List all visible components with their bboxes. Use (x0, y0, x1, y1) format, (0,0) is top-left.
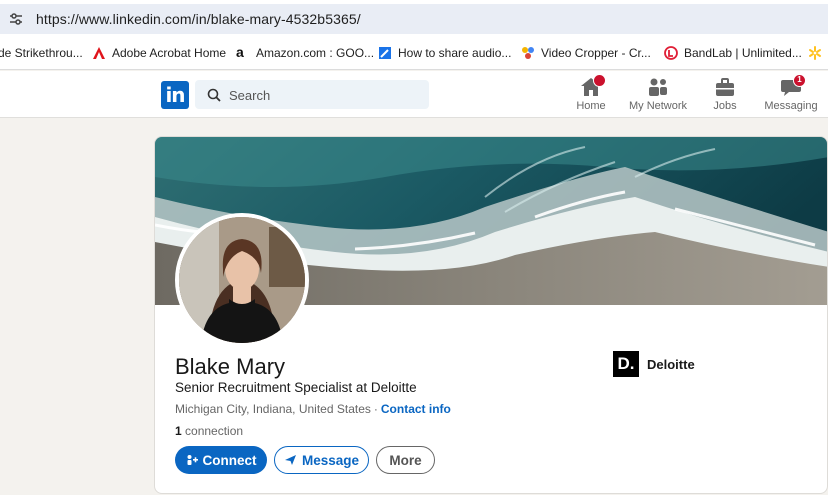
dots-icon (522, 47, 534, 59)
message-button-label: Message (301, 452, 360, 468)
deloitte-logo: D. (613, 351, 639, 377)
profile-name: Blake Mary (175, 354, 286, 379)
connections-label: connection (185, 424, 244, 438)
network-icon (647, 77, 669, 97)
search-placeholder: Search (229, 88, 271, 103)
bookmark-strikethrough[interactable]: de Strikethrou... (0, 46, 83, 60)
amazon-icon: a (236, 44, 244, 60)
walmart-icon (809, 46, 821, 60)
nav-my-network[interactable]: My Network (623, 77, 693, 112)
briefcase-icon (714, 77, 736, 97)
bookmarks-bar: de Strikethrou... Adobe Acrobat Home a A… (0, 38, 828, 70)
profile-photo[interactable] (175, 213, 309, 347)
company-name: Deloitte (647, 356, 695, 372)
nav-jobs-label: Jobs (713, 100, 737, 112)
bookmark-video-cropper[interactable]: Video Cropper - Cr... (521, 46, 651, 60)
bookmark-bandlab[interactable]: BandLab | Unlimited... (664, 46, 802, 60)
linkedin-global-nav: in Search Home My Network Jobs 1 Messagi… (0, 71, 828, 118)
nav-my-network-label: My Network (628, 100, 688, 112)
linkedin-logo[interactable]: in (161, 81, 189, 109)
more-button-label: More (389, 452, 422, 468)
nav-home-label: Home (576, 100, 606, 112)
connect-button-label: Connect (202, 452, 257, 468)
site-settings-icon[interactable] (8, 11, 24, 27)
nav-jobs[interactable]: Jobs (690, 77, 760, 112)
search-icon (207, 88, 221, 102)
bandlab-icon (664, 46, 678, 60)
nav-home[interactable]: Home (556, 74, 626, 112)
message-button[interactable]: Message (274, 446, 369, 474)
add-person-icon (187, 455, 198, 465)
contact-info-link[interactable]: Contact info (381, 402, 451, 416)
bookmark-amazon[interactable]: a Amazon.com : GOO... (236, 44, 374, 60)
home-icon (580, 74, 606, 97)
browser-address-bar: https://www.linkedin.com/in/blake-mary-4… (0, 0, 828, 38)
search-input[interactable]: Search (195, 80, 429, 109)
connect-button[interactable]: Connect (175, 446, 267, 474)
connections-count-line: 1 connection (175, 424, 243, 438)
bookmark-share-audio[interactable]: How to share audio... (378, 46, 511, 60)
nav-messaging-label: Messaging (764, 100, 818, 112)
location-separator: · (373, 402, 378, 416)
bookmark-adobe-acrobat[interactable]: Adobe Acrobat Home (92, 46, 226, 60)
profile-location: Michigan City, Indiana, United States (175, 402, 371, 416)
bookmark-overflow[interactable] (808, 46, 822, 60)
profile-card: Blake Mary Senior Recruitment Specialist… (154, 136, 828, 494)
messaging-badge: 1 (793, 74, 806, 87)
more-button[interactable]: More (376, 446, 435, 474)
connections-count: 1 (175, 424, 182, 438)
adobe-icon (93, 47, 105, 59)
profile-headline: Senior Recruitment Specialist at Deloitt… (175, 380, 417, 395)
messaging-icon: 1 (780, 74, 806, 97)
current-company[interactable]: D. Deloitte (613, 351, 695, 377)
profile-photo-image (179, 217, 305, 343)
url-text[interactable]: https://www.linkedin.com/in/blake-mary-4… (36, 11, 361, 27)
edit-icon (379, 47, 391, 59)
profile-location-line: Michigan City, Indiana, United States · Co… (175, 402, 451, 416)
send-icon (284, 455, 296, 465)
nav-messaging[interactable]: 1 Messaging (756, 74, 826, 112)
home-badge (593, 74, 606, 87)
